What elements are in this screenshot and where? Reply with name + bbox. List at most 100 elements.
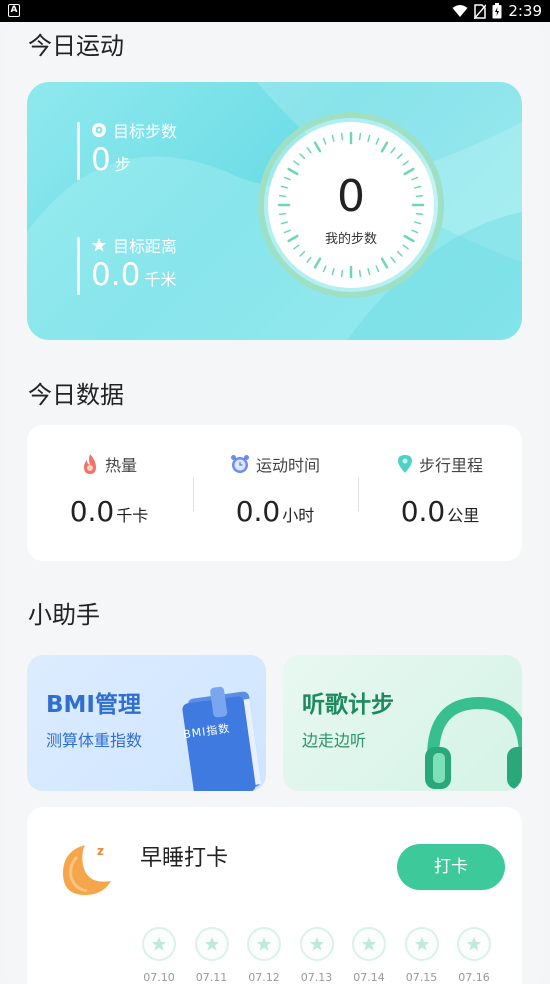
dial-tick: [390, 147, 396, 154]
target-steps-label: 目标步数: [113, 122, 178, 141]
alarm-clock-icon: [230, 455, 249, 473]
checkin-day[interactable]: 07.10: [139, 927, 179, 984]
target-distance-label: 目标距离: [113, 237, 178, 256]
home-page: 今日运动 目标步数 0步 目标距离 0.0 千米 0 我的步数 今日数据 热量 …: [6, 22, 544, 984]
checkin-day-date: 07.13: [300, 971, 333, 984]
exercise-time-label: 运动时间: [255, 456, 320, 475]
checkin-day-date: 07.12: [248, 971, 280, 984]
dial-tick: [380, 141, 389, 153]
dial-tick: [340, 132, 344, 141]
exercise-time-stat: 运动时间 0.0 小时: [195, 453, 355, 528]
checkin-day[interactable]: 07.12: [244, 927, 284, 984]
checkin-day[interactable]: 07.13: [297, 927, 337, 984]
music-card-title: 听歌计步: [302, 692, 394, 718]
star-icon: [91, 238, 107, 252]
dial-tick: [331, 268, 335, 276]
dial-tick: [402, 160, 409, 166]
star-badge-icon: [457, 927, 491, 961]
flame-icon: [83, 454, 96, 474]
dial-tick: [390, 256, 396, 263]
dial-tick: [293, 160, 300, 166]
star-badge-icon: [352, 927, 386, 961]
checkin-day[interactable]: 07.15: [402, 927, 442, 984]
star-badge-icon: [194, 927, 229, 961]
dial-tick: [414, 221, 422, 225]
calories-stat: 热量 0.0 千卡: [29, 453, 189, 528]
assistant-title: 小助手: [28, 601, 100, 629]
bmi-management-card[interactable]: BMI管理 测算体重指数 BMI指数: [27, 655, 266, 791]
dial-tick: [299, 250, 306, 257]
dial-tick: [380, 257, 389, 269]
early-sleep-title: 早睡打卡: [140, 846, 229, 871]
checkin-button[interactable]: 打卡: [397, 844, 505, 890]
dial-tick: [358, 269, 362, 278]
dial-tick: [367, 134, 371, 142]
checkin-day[interactable]: 07.11: [192, 927, 232, 984]
walk-distance-label: 步行里程: [418, 456, 483, 475]
exercise-time-value: 0.0: [235, 495, 281, 528]
today-data-title: 今日数据: [28, 381, 124, 409]
walk-distance-value: 0.0: [400, 495, 446, 528]
location-pin-icon: [397, 455, 412, 473]
moon-sleep-icon: z: [63, 844, 111, 895]
target-distance-unit: 千米: [144, 270, 177, 289]
svg-text:z: z: [97, 844, 104, 858]
step-dial: 0 我的步数: [268, 122, 434, 288]
target-steps: 目标步数 0步: [77, 118, 277, 188]
battery-icon: [492, 3, 502, 19]
my-steps-value: 0: [337, 171, 365, 222]
dial-tick: [299, 153, 306, 160]
dial-tick: [313, 257, 322, 269]
dial-tick: [358, 132, 362, 141]
bmi-card-title: BMI管理: [46, 692, 141, 718]
checkin-day-date: 07.10: [143, 971, 175, 984]
dial-tick: [306, 256, 312, 263]
checkin-day[interactable]: 07.14: [349, 927, 389, 984]
wifi-icon: [452, 5, 468, 17]
music-step-card[interactable]: 听歌计步 边走边听: [283, 655, 522, 791]
dial-tick: [322, 265, 327, 273]
dial-tick: [367, 268, 371, 276]
today-sport-card[interactable]: 目标步数 0步 目标距离 0.0 千米 0 我的步数: [27, 82, 522, 340]
bmi-book-icon: [182, 686, 262, 791]
bmi-card-subtitle: 测算体重指数: [46, 731, 143, 750]
dial-tick: [306, 147, 312, 154]
star-badge-icon: [404, 927, 439, 961]
walk-distance-unit: 公里: [447, 506, 480, 525]
calories-unit: 千卡: [116, 506, 149, 525]
target-steps-value: 0: [91, 142, 111, 178]
checkin-day-date: 07.14: [353, 971, 385, 984]
music-card-subtitle: 边走边听: [302, 731, 367, 750]
dial-tick: [340, 269, 344, 278]
checkin-day-date: 07.16: [458, 971, 490, 984]
dial-tick: [375, 265, 380, 273]
my-steps-label: 我的步数: [324, 232, 377, 247]
dial-tick: [375, 137, 380, 145]
checkin-day-date: 07.15: [405, 971, 438, 984]
target-distance: 目标距离 0.0 千米: [77, 233, 277, 303]
checkin-day[interactable]: 07.16: [454, 927, 494, 984]
star-badge-icon: [142, 927, 176, 961]
target-icon: [92, 123, 106, 137]
no-sim-icon: [474, 3, 487, 19]
app-notification-icon: A: [8, 4, 20, 17]
exercise-time-unit: 小时: [282, 506, 315, 525]
dial-tick: [396, 153, 403, 160]
calories-label: 热量: [104, 456, 137, 475]
dial-tick: [280, 221, 288, 225]
clock-text: 2:39: [508, 2, 542, 20]
walk-distance-stat: 步行里程 0.0 公里: [360, 453, 520, 528]
early-sleep-card: z 早睡打卡 打卡 07.10 07.11 07.12 07.13 07.14 07.15…: [27, 807, 522, 984]
today-data-card: 热量 0.0 千卡 运动时间 0.0 小时 步行里程 0.0 公里: [27, 425, 522, 561]
target-distance-value: 0.0: [91, 257, 141, 293]
dial-tick: [331, 134, 335, 142]
checkin-day-date: 07.11: [195, 971, 228, 984]
star-badge-icon: [247, 927, 281, 961]
calories-value: 0.0: [69, 495, 115, 528]
target-steps-unit: 步: [114, 155, 131, 174]
today-sport-title: 今日运动: [28, 32, 124, 60]
dial-tick: [313, 141, 322, 153]
dial-tick: [396, 250, 403, 257]
headphones-icon: [425, 696, 522, 789]
divider: [358, 477, 359, 511]
